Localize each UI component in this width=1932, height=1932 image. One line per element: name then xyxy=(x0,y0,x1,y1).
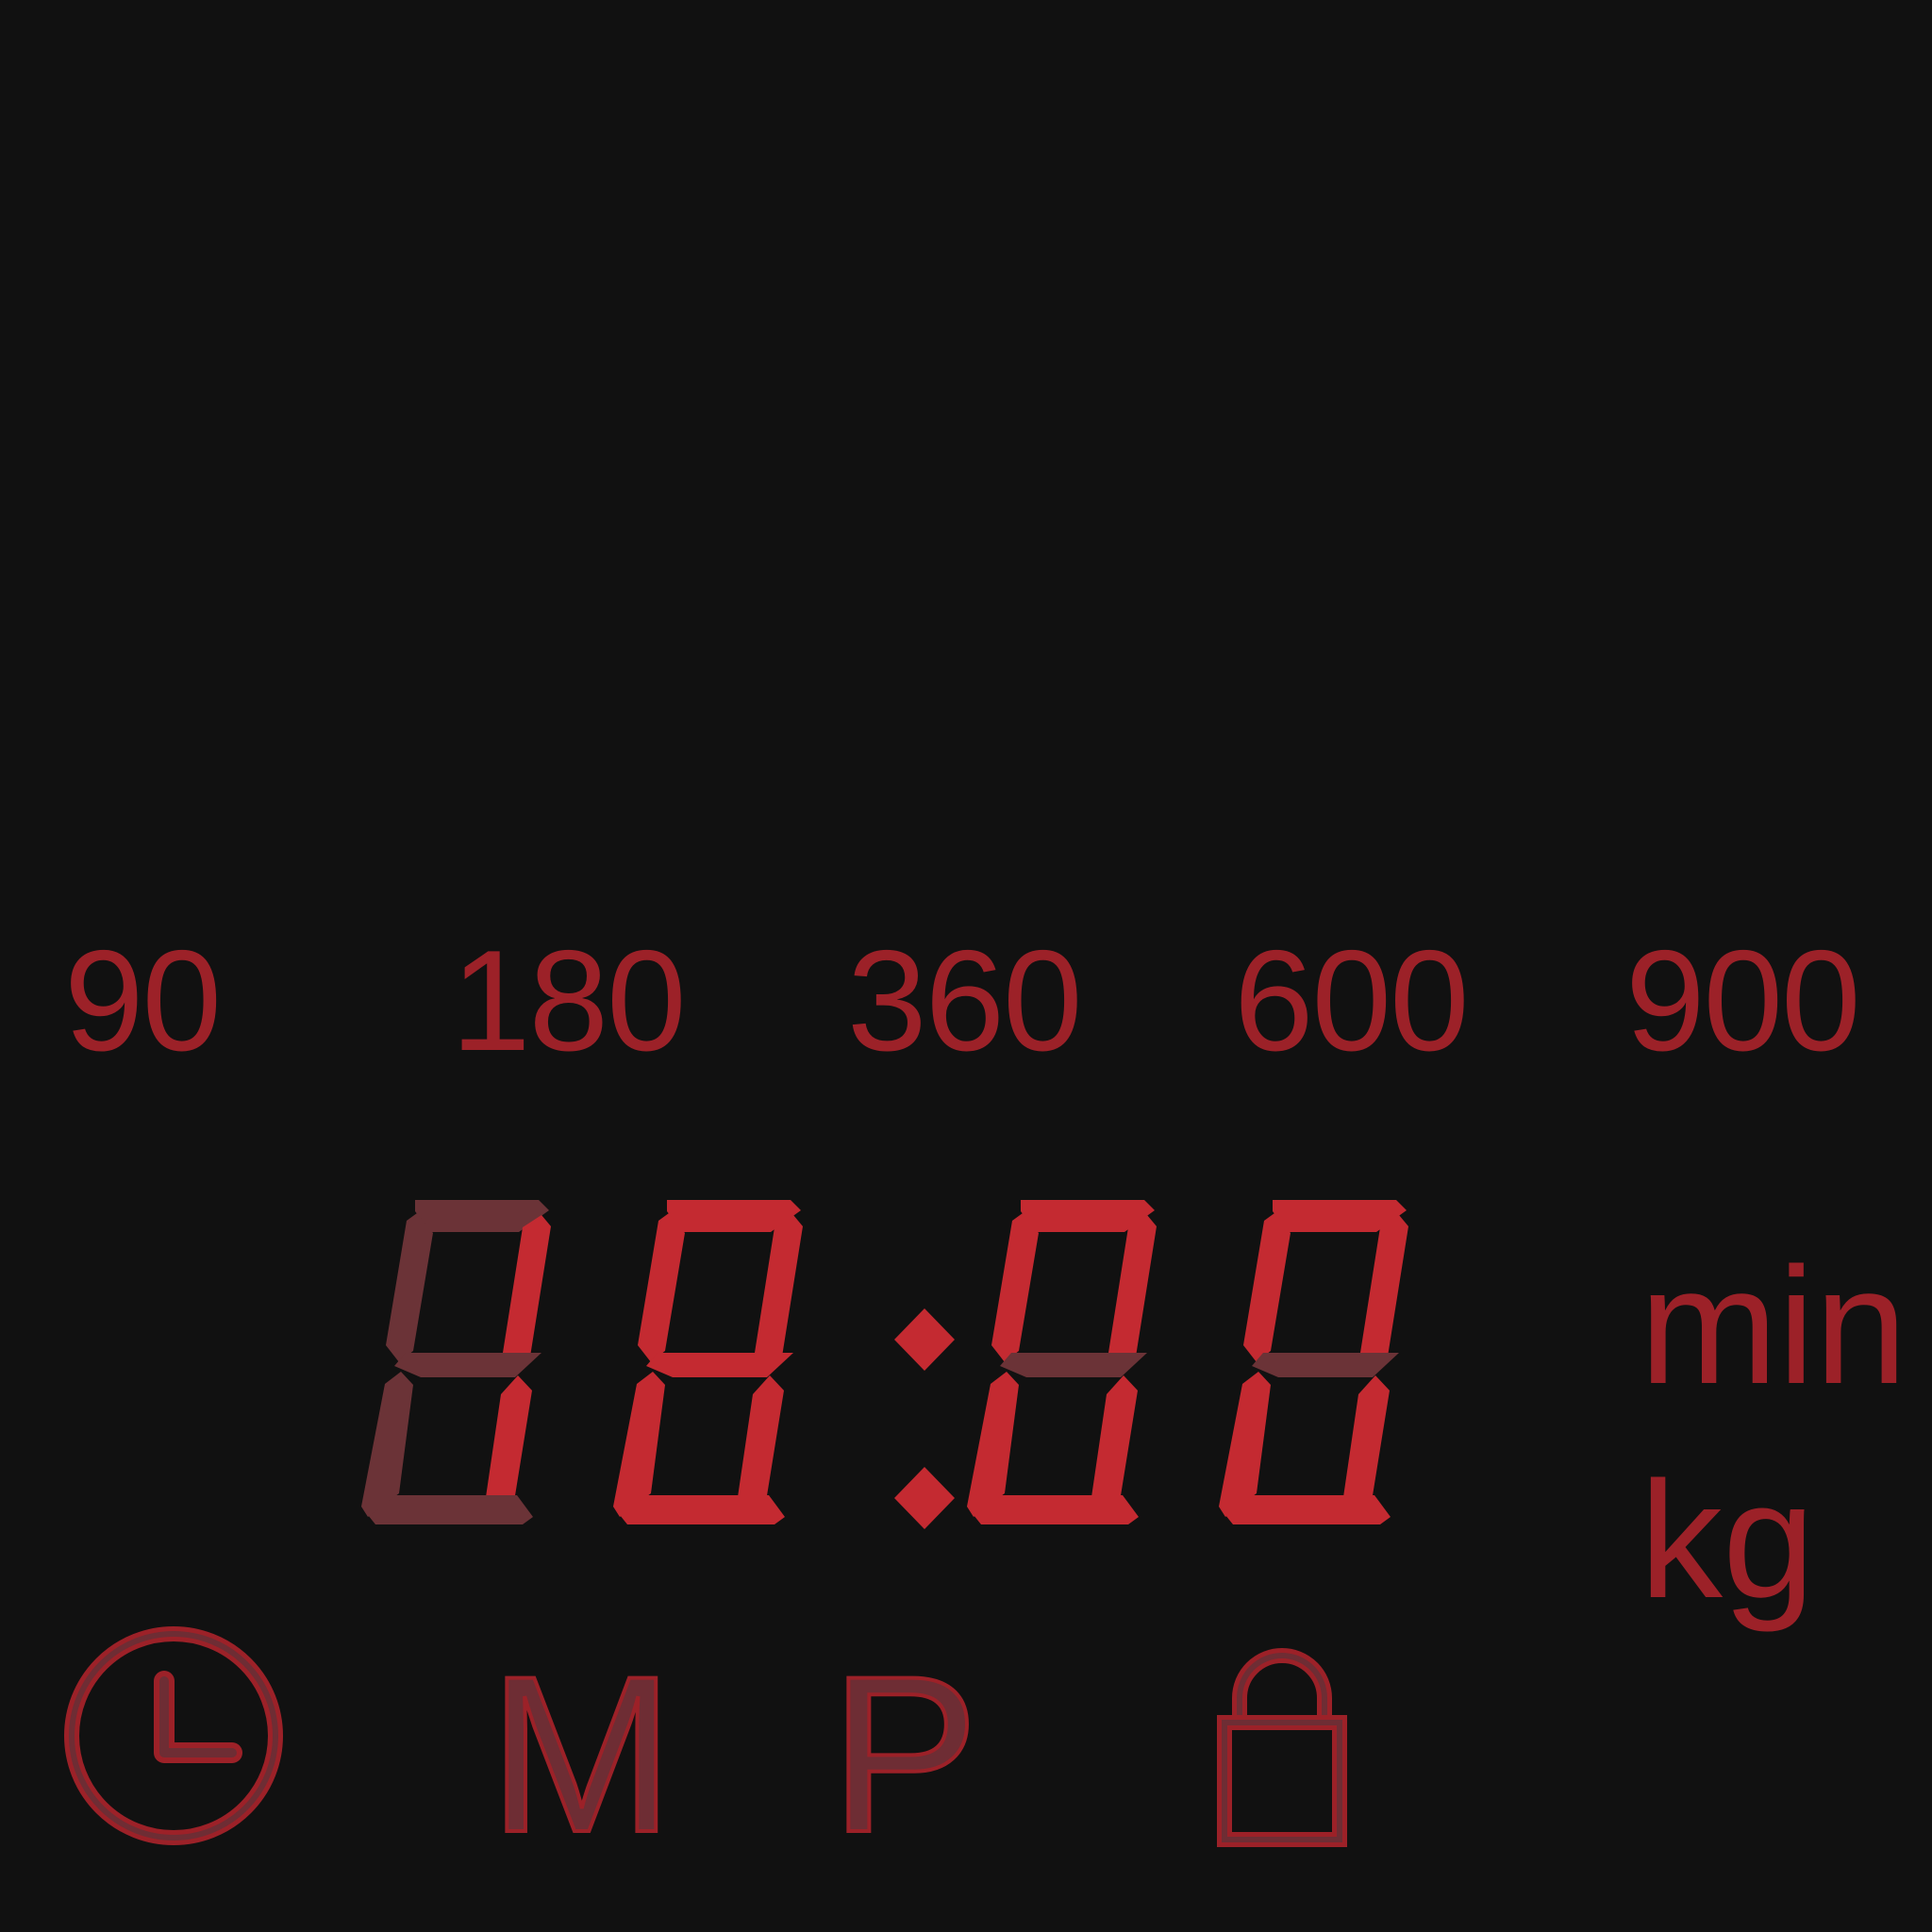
segment-f xyxy=(991,1213,1039,1362)
segment-e xyxy=(613,1372,665,1517)
display-digit-4 xyxy=(1219,1200,1408,1524)
unit-kg-label: kg xyxy=(1640,1448,1815,1633)
segment-e xyxy=(967,1372,1019,1517)
memory-indicator[interactable]: M xyxy=(487,1641,676,1868)
segment-d xyxy=(620,1495,785,1524)
segment-b xyxy=(503,1215,551,1368)
segment-g xyxy=(646,1353,793,1377)
microwave-display-panel: 90 180 360 600 900 min kg M P xyxy=(0,0,1932,1932)
colon-separator xyxy=(894,1308,955,1529)
segment-d xyxy=(368,1495,533,1524)
segment-b xyxy=(1108,1215,1157,1368)
segment-f xyxy=(386,1213,433,1362)
segment-f xyxy=(638,1213,685,1362)
clock-icon[interactable] xyxy=(60,1623,287,1849)
colon-dot-upper xyxy=(894,1308,955,1371)
display-digit-1 xyxy=(361,1200,551,1524)
segment-b xyxy=(755,1215,803,1368)
display-digit-2 xyxy=(613,1200,803,1524)
segment-b xyxy=(1360,1215,1408,1368)
segment-d xyxy=(974,1495,1139,1524)
colon-dot-lower xyxy=(894,1467,955,1529)
segment-g xyxy=(394,1353,541,1377)
segment-e xyxy=(1219,1372,1271,1517)
lock-icon[interactable] xyxy=(1217,1646,1349,1849)
segment-e xyxy=(361,1372,413,1517)
segment-f xyxy=(1243,1213,1291,1362)
display-digit-3 xyxy=(967,1200,1157,1524)
segment-d xyxy=(1225,1495,1391,1524)
unit-min-label: min xyxy=(1640,1234,1907,1419)
segment-g xyxy=(1252,1353,1399,1377)
program-indicator[interactable]: P xyxy=(828,1641,980,1868)
segment-g xyxy=(1000,1353,1147,1377)
